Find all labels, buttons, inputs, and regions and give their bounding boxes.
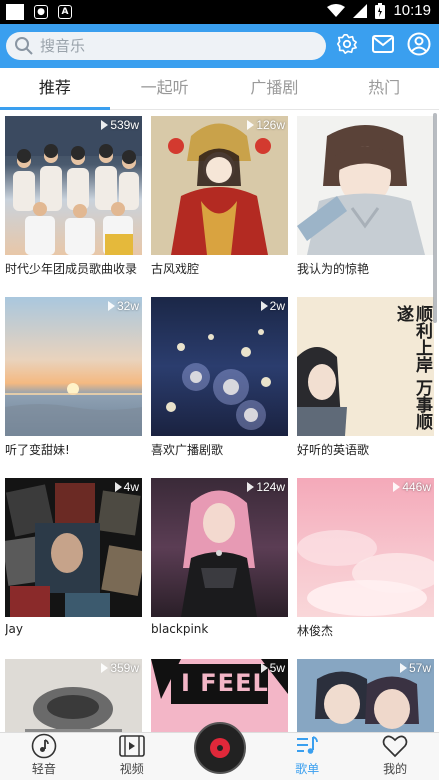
playlist-card[interactable]: 4w Jay <box>5 478 142 636</box>
playlist-title: blackpink <box>151 622 209 636</box>
search-box[interactable] <box>6 32 326 60</box>
signal-icon <box>353 3 368 18</box>
playlist-title: 时代少年团成员歌曲收录 <box>5 262 138 276</box>
playlist-grid: 539w 时代少年团成员歌曲收录 126w 古风戏腔 我认为的惊艳 32w 听了… <box>0 111 439 732</box>
now-playing-record-button[interactable] <box>194 722 246 774</box>
playlist-cover: 32w <box>5 297 142 436</box>
lanterns-water-icon <box>166 329 271 430</box>
playlist-title: 我认为的惊艳 <box>297 262 370 276</box>
search-input[interactable] <box>40 37 300 55</box>
playlist-cover: 2w <box>151 297 288 436</box>
tab-hot[interactable]: 热门 <box>329 68 439 109</box>
nav-mine[interactable]: 我的 <box>351 733 439 780</box>
boy-group-photo-icon <box>5 116 142 255</box>
playlist-cover: 359w <box>5 659 142 732</box>
playlist-cover: 4w <box>5 478 142 617</box>
profile-icon[interactable] <box>407 32 431 56</box>
play-icon <box>101 120 109 130</box>
nav-playlist[interactable]: 歌单 <box>263 733 351 780</box>
notification-icon <box>6 4 24 20</box>
nav-light-music[interactable]: 轻音 <box>0 733 88 780</box>
settings-gear-icon[interactable] <box>335 32 359 56</box>
status-bar: ● A 10:19 <box>0 0 439 24</box>
app-header <box>0 24 439 68</box>
nav-label: 我的 <box>383 762 408 776</box>
play-icon <box>260 663 268 673</box>
play-icon <box>114 482 122 492</box>
record-hole <box>217 745 223 751</box>
wifi-icon <box>327 3 346 17</box>
nav-label: 轻音 <box>31 762 56 776</box>
scrollbar[interactable] <box>433 113 437 323</box>
shield-icon: ● <box>34 5 48 19</box>
play-count: 126w <box>247 118 285 132</box>
pink-clouds-icon <box>297 530 434 616</box>
playlist-card[interactable]: 124w blackpink <box>151 478 288 636</box>
playlist-title: Jay <box>5 622 23 636</box>
tab-radio-drama[interactable]: 广播剧 <box>220 68 330 109</box>
play-count: 57w <box>399 661 431 675</box>
play-icon <box>107 301 115 311</box>
calligraphy-text: 顺利上岸 万事顺遂 <box>393 305 432 430</box>
play-count: 32w <box>107 299 139 313</box>
play-count: 446w <box>393 480 431 494</box>
playlist-title: 听了变甜妹! <box>5 443 70 457</box>
playlist-title: 林俊杰 <box>297 624 334 638</box>
play-count: 2w <box>260 299 285 313</box>
playlist-cover: 446w <box>297 478 434 617</box>
tab-recommend[interactable]: 推荐 <box>0 68 110 110</box>
playlist-card[interactable]: 顺利上岸 万事顺遂 好听的英语歌 <box>297 297 434 458</box>
search-icon <box>15 37 33 55</box>
playlist-card[interactable]: 126w 古风戏腔 <box>151 116 288 277</box>
mail-icon[interactable] <box>371 32 395 56</box>
battery-icon <box>375 2 386 19</box>
playlist-card[interactable]: 57w <box>297 659 434 732</box>
playlist-card[interactable]: 2w 喜欢广播剧歌 <box>151 297 288 458</box>
playlist-icon <box>294 733 320 759</box>
playlist-cover: 126w <box>151 116 288 255</box>
playlist-card[interactable]: 我认为的惊艳 <box>297 116 434 277</box>
playlist-card[interactable]: 446w 林俊杰 <box>297 478 434 639</box>
category-tabs: 推荐 一起听 广播剧 热门 <box>0 68 439 110</box>
playlist-cover: 57w <box>297 659 434 732</box>
sunset-sea-icon <box>5 383 142 436</box>
play-count: 4w <box>114 480 139 494</box>
playlist-card[interactable]: 539w 时代少年团成员歌曲收录 <box>5 116 142 277</box>
playlist-cover: 顺利上岸 万事顺遂 <box>297 297 434 436</box>
heart-icon <box>382 733 408 759</box>
anime-boy-hoodie-icon <box>297 116 434 255</box>
play-count: 5w <box>260 661 285 675</box>
playlist-card[interactable]: 32w 听了变甜妹! <box>5 297 142 458</box>
feel-text: I FEEL <box>181 669 269 697</box>
playlist-cover: 124w <box>151 478 288 617</box>
play-icon <box>399 663 407 673</box>
singer-stage-icon <box>181 490 257 617</box>
tab-listen-together[interactable]: 一起听 <box>110 68 220 109</box>
nav-video[interactable]: 视频 <box>88 733 176 780</box>
play-count: 124w <box>247 480 285 494</box>
film-icon <box>118 733 145 759</box>
a-icon: A <box>58 5 72 19</box>
play-count: 359w <box>101 661 139 675</box>
playlist-cover: 539w <box>5 116 142 255</box>
play-icon <box>101 663 109 673</box>
play-icon <box>247 120 255 130</box>
playlist-title: 好听的英语歌 <box>297 443 370 457</box>
playlist-title: 喜欢广播剧歌 <box>151 443 224 457</box>
nav-label: 歌单 <box>295 762 320 776</box>
playlist-title: 古风戏腔 <box>151 262 200 276</box>
nav-label: 视频 <box>119 762 144 776</box>
status-time: 10:19 <box>393 2 431 19</box>
play-icon <box>393 482 401 492</box>
music-note-icon <box>31 733 57 759</box>
album-covers-collage-icon <box>5 478 142 617</box>
ancient-costume-girl-icon <box>151 116 288 255</box>
play-icon <box>247 482 255 492</box>
play-icon <box>260 301 268 311</box>
playlist-card[interactable]: 359w <box>5 659 142 732</box>
play-count: 539w <box>101 118 139 132</box>
playlist-cover <box>297 116 434 255</box>
